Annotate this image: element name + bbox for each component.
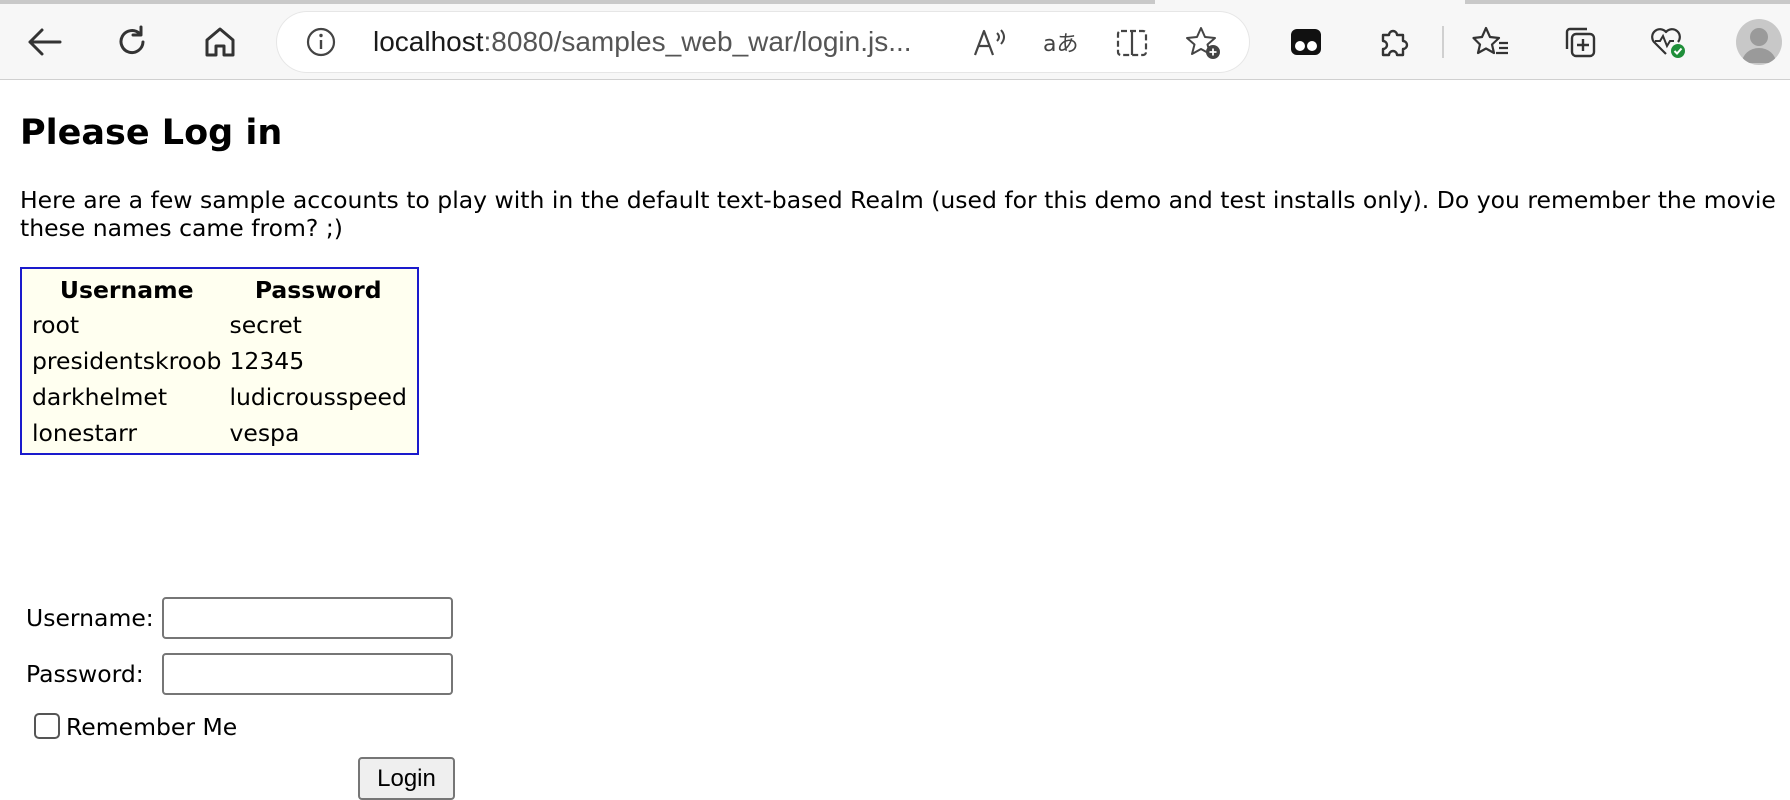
refresh-icon[interactable] — [107, 17, 157, 67]
username-cell: darkhelmet — [32, 383, 168, 411]
column-header-username: Username — [59, 276, 194, 304]
tab-strip-edge — [0, 0, 1155, 4]
page-title: Please Log in — [20, 113, 283, 153]
remember-me-label[interactable]: Remember Me — [66, 713, 237, 741]
address-bar[interactable]: localhost:8080/samples_web_war/login.js.… — [277, 12, 1249, 72]
password-cell: 12345 — [229, 347, 305, 375]
username-cell: lonestarr — [32, 419, 138, 447]
username-cell: root — [32, 311, 80, 339]
login-button[interactable]: Login — [358, 757, 455, 800]
username-field[interactable] — [162, 597, 453, 639]
translate-icon[interactable]: aあ — [1042, 24, 1080, 62]
password-cell: vespa — [229, 419, 300, 447]
table-row: root secret — [28, 307, 411, 343]
table-row: lonestarr vespa — [28, 415, 411, 451]
url-text[interactable]: localhost:8080/samples_web_war/login.js.… — [373, 26, 912, 58]
back-arrow-icon[interactable] — [19, 17, 69, 67]
svg-text:aあ: aあ — [1043, 32, 1078, 57]
browser-toolbar: localhost:8080/samples_web_war/login.js.… — [0, 0, 1790, 80]
password-cell: secret — [229, 311, 302, 339]
column-header-password: Password — [254, 276, 382, 304]
favorites-icon[interactable] — [1466, 17, 1516, 67]
table-row: presidentskroob 12345 — [28, 343, 411, 379]
table-header-row: Username Password — [28, 271, 411, 307]
password-cell: ludicrousspeed — [229, 383, 407, 411]
add-favorite-icon[interactable] — [1185, 24, 1223, 62]
password-field[interactable] — [162, 653, 453, 695]
extension-app-icon[interactable] — [1281, 17, 1331, 67]
url-host: localhost — [373, 26, 484, 57]
remember-me-checkbox[interactable] — [34, 713, 60, 739]
home-icon[interactable] — [195, 17, 245, 67]
profile-avatar-icon[interactable] — [1736, 19, 1782, 65]
toolbar-divider — [1442, 26, 1444, 58]
accounts-table: Username Password root secret presidents… — [20, 267, 419, 455]
health-heart-icon[interactable] — [1643, 17, 1693, 67]
password-label: Password: — [26, 660, 144, 688]
info-icon[interactable] — [305, 26, 337, 58]
tab-strip-edge — [1465, 0, 1790, 4]
intro-text: Here are a few sample accounts to play w… — [20, 186, 1776, 242]
read-aloud-icon[interactable] — [971, 24, 1009, 62]
username-cell: presidentskroob — [32, 347, 222, 375]
collections-icon[interactable] — [1555, 17, 1605, 67]
table-row: darkhelmet ludicrousspeed — [28, 379, 411, 415]
split-screen-icon[interactable] — [1113, 24, 1151, 62]
puzzle-icon[interactable] — [1369, 17, 1419, 67]
url-path: :8080/samples_web_war/login.js... — [483, 26, 912, 57]
username-label: Username: — [26, 604, 154, 632]
